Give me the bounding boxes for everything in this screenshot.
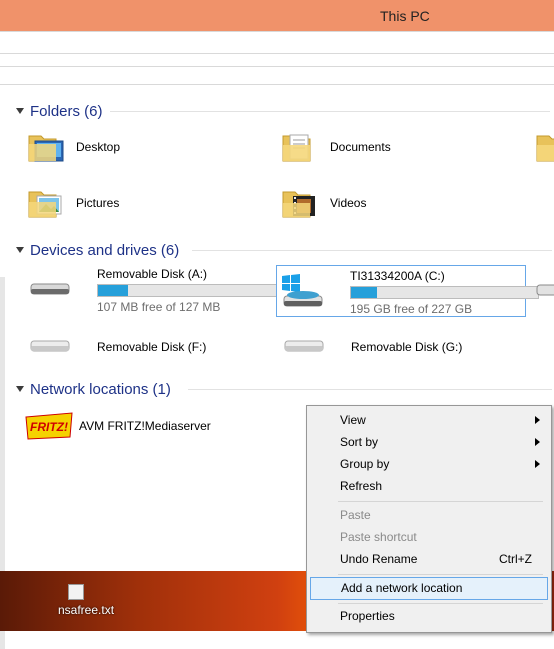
collapse-arrow-icon[interactable]	[16, 247, 24, 253]
ribbon-divider	[0, 66, 554, 67]
drive-usage-bar	[350, 286, 539, 299]
desktop-file-label[interactable]: nsafree.txt	[58, 603, 114, 617]
folder-name: Pictures	[76, 196, 120, 210]
drive-g[interactable]: Removable Disk (G:)	[278, 332, 524, 362]
desktop-folder-icon	[28, 135, 64, 162]
menu-item-paste[interactable]: Paste	[310, 505, 546, 526]
folder-videos[interactable]: Videos	[280, 183, 366, 223]
group-header-devices[interactable]: Devices and drives (6)	[16, 240, 552, 260]
drive-c[interactable]: TI31334200A (C:) 195 GB free of 227 GB	[276, 265, 539, 317]
videos-folder-icon	[282, 191, 315, 218]
ribbon-divider	[0, 31, 554, 32]
menu-item-properties[interactable]: Properties	[310, 606, 546, 627]
ribbon-divider	[0, 53, 554, 54]
folder-music[interactable]	[534, 127, 554, 167]
folder-documents[interactable]: Documents	[280, 127, 391, 167]
group-rule	[188, 389, 552, 390]
menu-separator	[338, 574, 543, 575]
pictures-folder-icon	[28, 191, 62, 218]
group-rule	[110, 111, 550, 112]
submenu-arrow-icon	[535, 438, 540, 446]
submenu-arrow-icon	[535, 460, 540, 468]
menu-item-refresh[interactable]: Refresh	[310, 476, 546, 497]
documents-folder-icon	[282, 134, 311, 162]
group-header-network[interactable]: Network locations (1)	[16, 379, 552, 399]
removable-drive-icon	[284, 340, 324, 352]
context-menu[interactable]: View Sort by Group by Refresh Paste Past…	[306, 405, 552, 633]
fritz-logo-icon: FRITZ!	[25, 412, 73, 440]
menu-separator	[338, 603, 543, 604]
removable-drive-icon	[536, 284, 554, 296]
collapse-arrow-icon[interactable]	[16, 108, 24, 114]
folder-name: Desktop	[76, 140, 121, 154]
folder-pictures[interactable]: Pictures	[26, 183, 119, 223]
removable-drive-icon	[30, 283, 70, 295]
menu-item-add-network-location[interactable]: Add a network location	[310, 577, 548, 600]
text-file-icon[interactable]	[68, 584, 84, 600]
menu-separator	[338, 501, 543, 502]
folder-name: Documents	[330, 140, 391, 154]
collapse-arrow-icon[interactable]	[16, 386, 24, 392]
music-folder-icon	[536, 135, 554, 162]
drive-partial[interactable]	[536, 277, 554, 307]
removable-drive-icon	[30, 340, 70, 352]
title-bar[interactable]: This PC	[0, 0, 554, 31]
window-title: This PC	[380, 8, 430, 24]
network-location-fritz[interactable]: FRITZ! AVM FRITZ!Mediaserver	[24, 411, 211, 441]
group-header-folders[interactable]: Folders (6)	[16, 101, 550, 121]
drive-f[interactable]: Removable Disk (F:)	[24, 332, 270, 362]
network-location-name: AVM FRITZ!Mediaserver	[79, 419, 211, 433]
menu-item-group-by[interactable]: Group by	[310, 454, 546, 475]
submenu-arrow-icon	[535, 416, 540, 424]
menu-item-undo-rename[interactable]: Undo Rename Ctrl+Z	[310, 549, 546, 570]
ribbon-divider	[0, 84, 554, 85]
menu-item-sort-by[interactable]: Sort by	[310, 432, 546, 453]
windows-drive-icon	[282, 274, 323, 307]
folder-name: Videos	[330, 196, 367, 210]
menu-item-view[interactable]: View	[310, 410, 546, 431]
group-rule	[192, 250, 552, 251]
shortcut-label: Ctrl+Z	[499, 552, 532, 566]
folder-desktop[interactable]: Desktop	[26, 127, 120, 167]
svg-text:FRITZ!: FRITZ!	[30, 420, 68, 434]
drive-a[interactable]: Removable Disk (A:) 107 MB free of 127 M…	[24, 264, 287, 314]
ribbon-area	[0, 31, 554, 97]
drive-usage-bar	[97, 284, 287, 297]
menu-item-paste-shortcut[interactable]: Paste shortcut	[310, 527, 546, 548]
